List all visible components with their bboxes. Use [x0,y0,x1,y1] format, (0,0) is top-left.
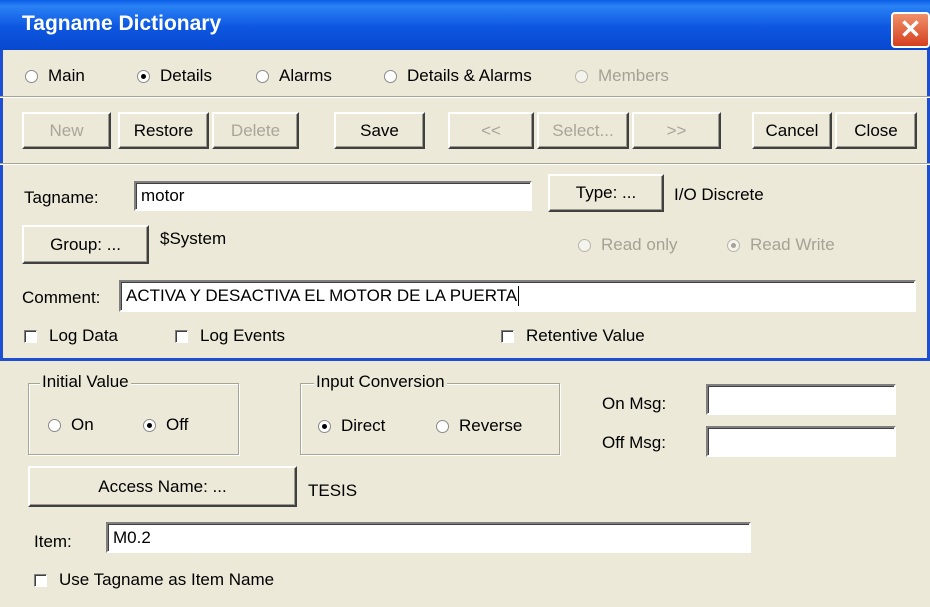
use-tagname-checkbox[interactable]: Use Tagname as Item Name [34,570,274,590]
comment-input[interactable]: ACTIVA Y DESACTIVA EL MOTOR DE LA PUERTA [119,280,916,312]
radio-indicator [384,69,397,83]
access-name-button[interactable]: Access Name: ... [28,466,297,507]
radio-details[interactable]: Details [137,66,212,86]
comment-label: Comment: [22,288,101,307]
radio-indicator [575,69,588,83]
radio-alarms[interactable]: Alarms [256,66,332,86]
radio-details-label: Details [160,66,212,85]
close-button[interactable]: Close [835,112,917,149]
initial-value-title: Initial Value [40,372,131,392]
direct-label: Direct [341,416,386,435]
item-input[interactable]: M0.2 [106,522,751,553]
reverse-label: Reverse [459,416,523,435]
radio-members-label: Members [598,66,669,85]
checkbox-box [501,329,514,343]
separator [0,96,930,98]
comment-text: ACTIVA Y DESACTIVA EL MOTOR DE LA PUERTA [126,286,518,305]
type-value: I/O Discrete [674,185,764,204]
on-msg-input[interactable] [706,384,896,415]
radio-indicator [727,238,740,252]
radio-indicator [143,418,156,432]
tagname-label: Tagname: [24,188,99,207]
log-events-label: Log Events [200,326,286,345]
previous-button[interactable]: << [448,112,534,149]
radio-indicator [318,419,331,433]
radio-indicator [436,419,449,433]
select-button[interactable]: Select... [537,112,629,149]
close-icon[interactable]: ✕ [891,12,930,48]
radio-main-label: Main [48,66,85,85]
log-events-checkbox[interactable]: Log Events [175,326,285,346]
radio-details-alarms-label: Details & Alarms [407,66,532,85]
radio-direct[interactable]: Direct [318,416,385,436]
tagname-input[interactable]: motor [134,181,532,211]
radio-indicator [25,69,38,83]
input-conversion-title: Input Conversion [314,372,447,392]
radio-read-write[interactable]: Read Write [727,235,835,255]
cancel-button[interactable]: Cancel [752,112,832,149]
radio-members[interactable]: Members [575,66,669,86]
read-only-label: Read only [601,235,678,254]
use-tagname-label: Use Tagname as Item Name [59,570,275,589]
read-write-label: Read Write [750,235,835,254]
group-button[interactable]: Group: ... [22,225,149,264]
checkbox-box [175,329,188,343]
retentive-value-label: Retentive Value [526,326,645,345]
save-button[interactable]: Save [334,112,425,149]
off-msg-label: Off Msg: [602,433,666,452]
item-label: Item: [34,532,72,551]
type-button[interactable]: Type: ... [548,174,664,212]
next-button[interactable]: >> [632,112,721,149]
on-msg-label: On Msg: [602,394,667,413]
off-msg-input[interactable] [706,426,896,457]
access-name-value: TESIS [308,481,358,500]
radio-indicator [256,69,269,83]
checkbox-box [34,573,47,587]
radio-reverse[interactable]: Reverse [436,416,522,436]
group-value: $System [160,229,227,248]
log-data-label: Log Data [49,326,118,345]
retentive-value-checkbox[interactable]: Retentive Value [501,326,645,346]
initial-off-label: Off [166,415,189,434]
initial-on-label: On [71,415,94,434]
section-divider [0,358,930,361]
radio-read-only[interactable]: Read only [578,235,678,255]
radio-initial-on[interactable]: On [48,415,94,435]
checkbox-box [24,329,37,343]
radio-indicator [48,418,61,432]
text-caret [518,286,520,306]
restore-button[interactable]: Restore [118,112,209,149]
separator [0,163,930,165]
radio-alarms-label: Alarms [279,66,332,85]
radio-initial-off[interactable]: Off [143,415,188,435]
log-data-checkbox[interactable]: Log Data [24,326,118,346]
radio-details-alarms[interactable]: Details & Alarms [384,66,532,86]
new-button[interactable]: New [22,112,111,149]
window-title: Tagname Dictionary [22,12,222,35]
radio-main[interactable]: Main [25,66,85,86]
delete-button[interactable]: Delete [212,112,299,149]
radio-indicator [578,238,591,252]
radio-indicator [137,69,150,83]
